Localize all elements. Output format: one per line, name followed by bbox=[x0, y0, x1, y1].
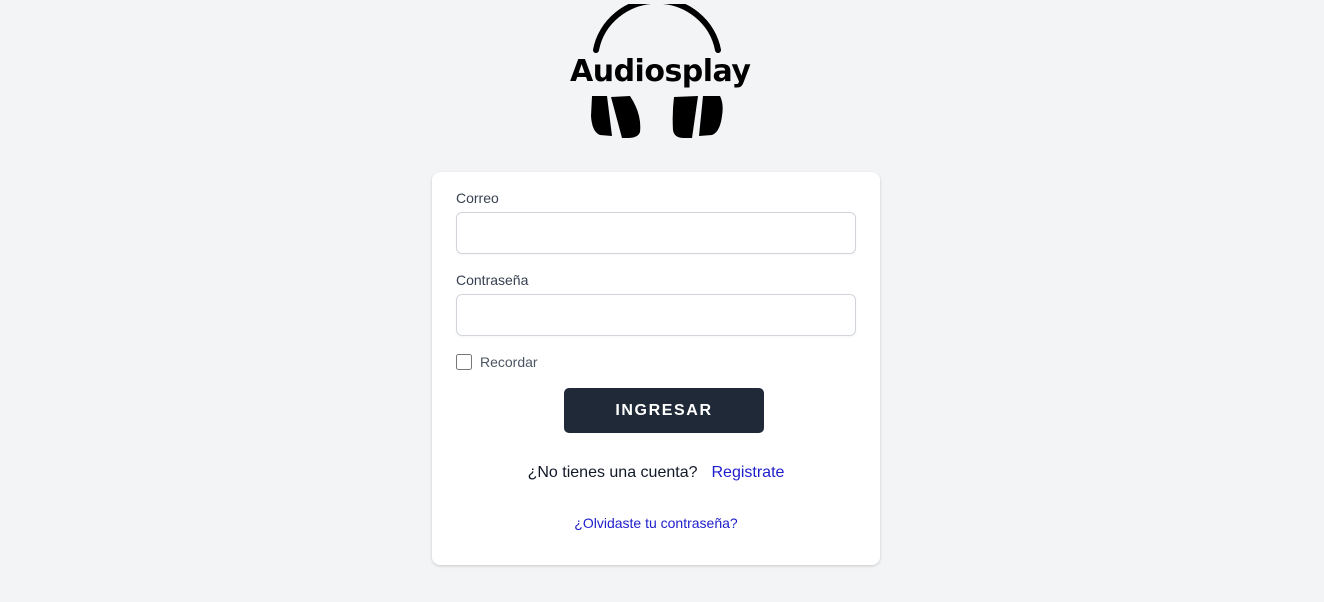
email-label: Correo bbox=[456, 190, 499, 206]
login-card: Correo Contraseña Recordar INGRESAR ¿No … bbox=[432, 172, 880, 565]
remember-row: Recordar bbox=[456, 353, 538, 371]
brand-name: Audiosplay bbox=[570, 54, 751, 89]
remember-checkbox[interactable] bbox=[456, 354, 472, 370]
register-link[interactable]: Registrate bbox=[711, 464, 784, 481]
password-input[interactable] bbox=[456, 294, 856, 336]
password-label: Contraseña bbox=[456, 272, 529, 288]
forgot-password-link[interactable]: ¿Olvidaste tu contraseña? bbox=[432, 514, 880, 532]
brand-logo: Audiosplay bbox=[570, 4, 751, 144]
signup-question: ¿No tienes una cuenta? bbox=[527, 464, 698, 481]
login-button[interactable]: INGRESAR bbox=[564, 388, 764, 433]
signup-row: ¿No tienes una cuenta? Registrate bbox=[432, 462, 880, 484]
email-input[interactable] bbox=[456, 212, 856, 254]
remember-label: Recordar bbox=[480, 354, 538, 370]
